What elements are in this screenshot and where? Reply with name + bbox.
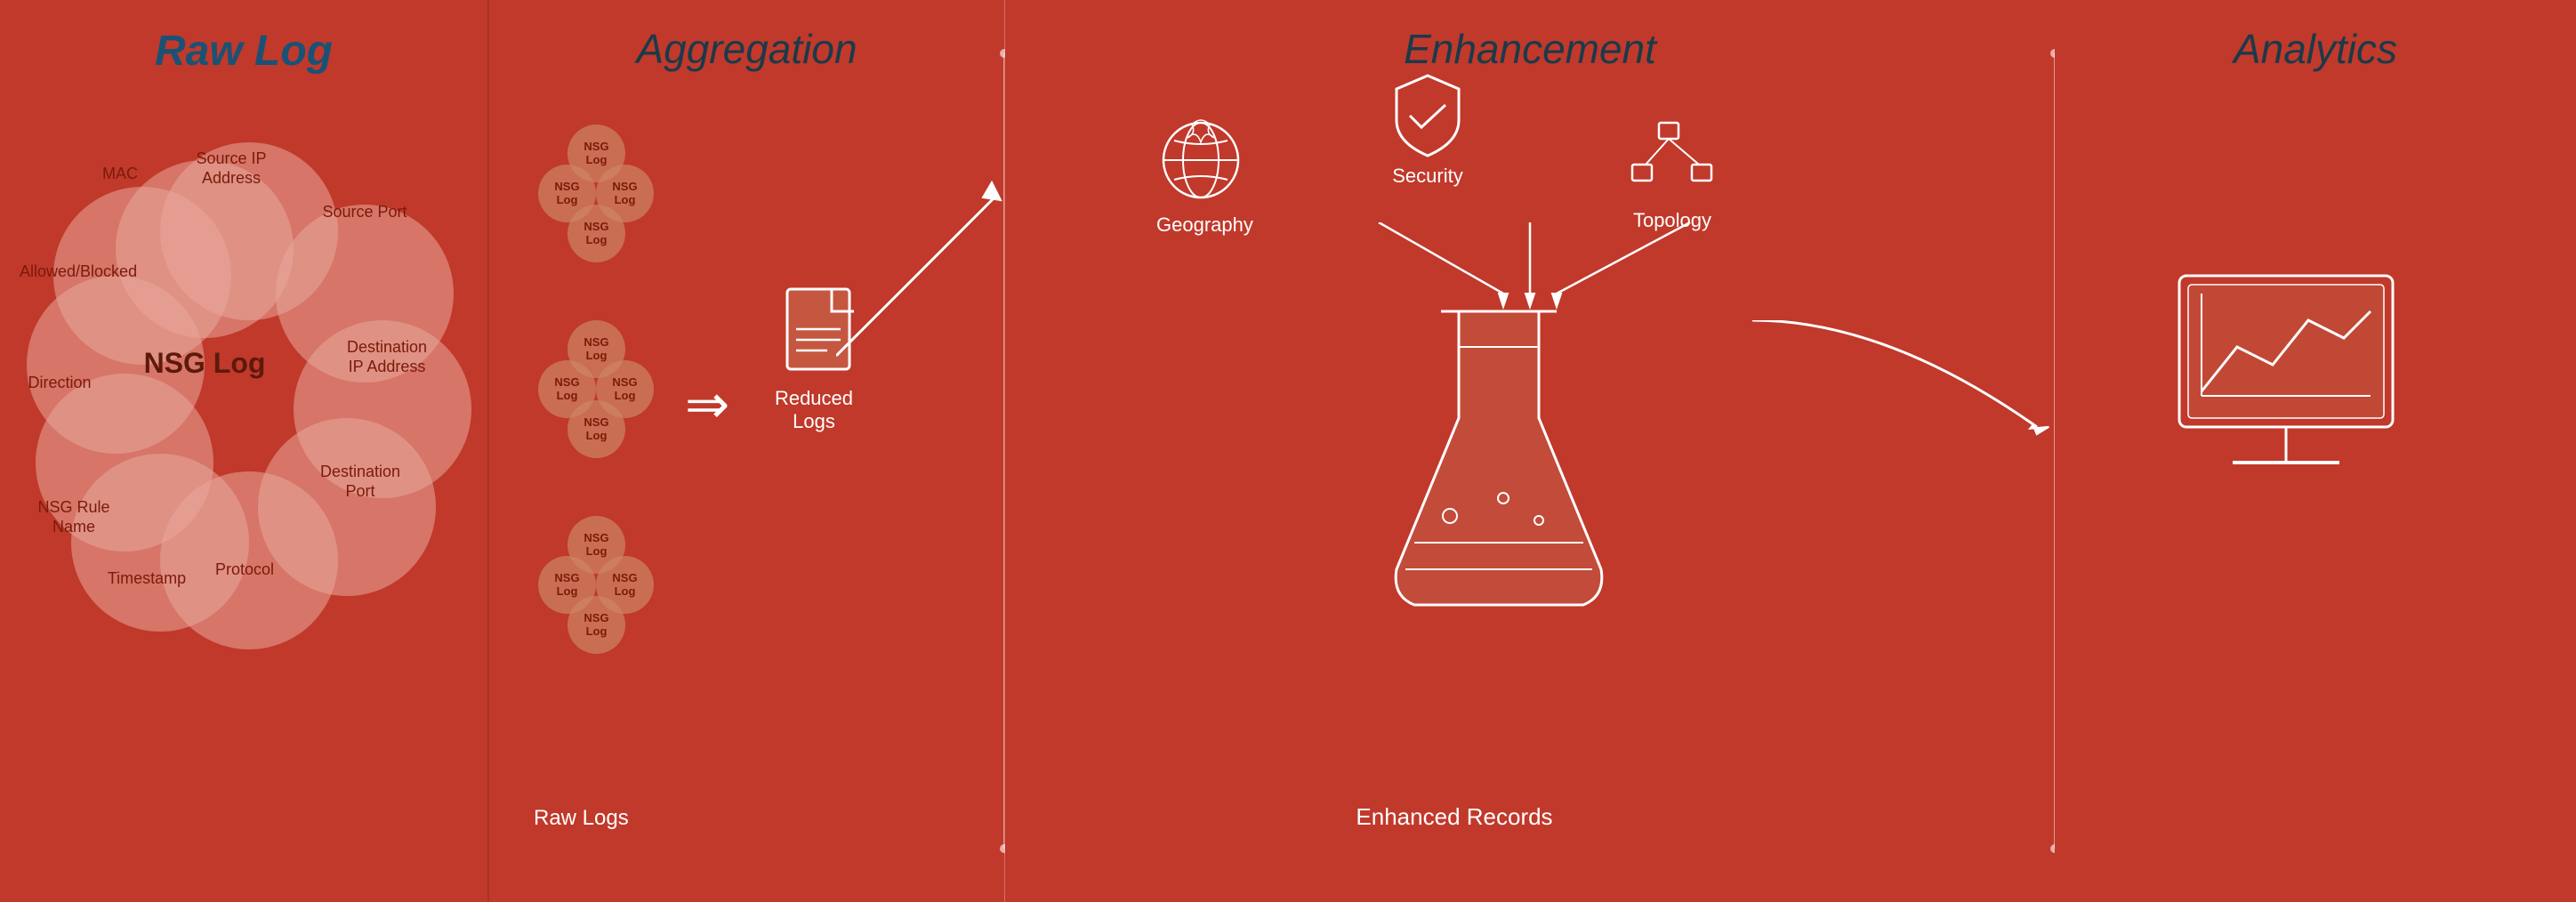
enhancement-panel: Enhancement Geography Security	[1005, 0, 2055, 902]
aggregation-panel: Aggregation NSGLog NSGLog NSGLog NSGLog …	[489, 0, 1005, 902]
raw-log-panel: Raw Log Source IP Address Source Port De…	[0, 0, 489, 902]
label-dest-port: Destination Port	[311, 463, 409, 501]
geography-label: Geography	[1156, 213, 1253, 237]
venn-container: Source IP Address Source Port Destinatio…	[18, 71, 471, 845]
curved-arrow-analytics	[1752, 320, 2090, 503]
monitor-icon	[2170, 267, 2419, 494]
label-source-port: Source Port	[320, 203, 409, 222]
aggregation-divider	[1003, 53, 1004, 849]
label-source-ip: Source IP Address	[178, 149, 285, 188]
analytics-title: Analytics	[2055, 25, 2576, 73]
security-icon	[1388, 71, 1468, 160]
arrow-right: ⇒	[685, 374, 729, 436]
nsg-group-3: NSGLog NSGLog NSGLog NSGLog	[534, 516, 658, 658]
geography-icon	[1156, 116, 1245, 205]
label-timestamp: Timestamp	[107, 569, 187, 589]
label-allowed: Allowed/Blocked	[20, 262, 117, 282]
raw-logs-label: Raw Logs	[534, 806, 629, 831]
label-mac: MAC	[89, 165, 151, 184]
label-nsg-rule: NSG Rule Name	[25, 498, 123, 536]
enhanced-records-label: Enhanced Records	[1299, 803, 1610, 831]
security-group: Security	[1388, 71, 1468, 188]
nsg-group-1: NSGLog NSGLog NSGLog NSGLog	[534, 125, 658, 267]
enhancement-title: Enhancement	[1005, 25, 2055, 73]
label-protocol: Protocol	[205, 560, 285, 580]
topology-icon	[1628, 116, 1717, 205]
bubble-2-4: NSGLog	[568, 400, 625, 458]
label-direction: Direction	[20, 374, 100, 393]
security-label: Security	[1388, 165, 1468, 188]
label-dest-ip: Destination IP Address	[338, 338, 436, 376]
analytics-panel: Analytics	[2055, 0, 2576, 902]
bubble-3-4: NSGLog	[568, 596, 625, 654]
curved-arrow-enhancement	[836, 178, 1014, 449]
nsg-log-center-label: NSG Log	[133, 347, 276, 380]
nsg-group-2: NSGLog NSGLog NSGLog NSGLog	[534, 320, 658, 463]
flask-icon	[1388, 294, 1610, 618]
geography-group: Geography	[1156, 116, 1253, 237]
topology-group: Topology	[1628, 116, 1717, 232]
bubble-1-4: NSGLog	[568, 205, 625, 262]
raw-log-title: Raw Log	[0, 27, 487, 76]
aggregation-title: Aggregation	[489, 25, 1004, 73]
